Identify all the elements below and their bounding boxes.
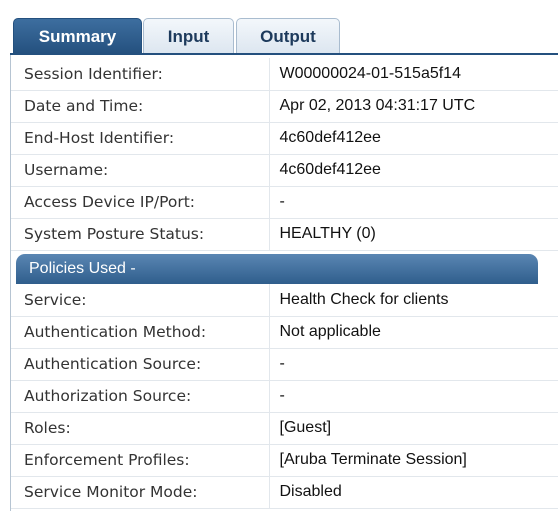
- policies-used-header[interactable]: Policies Used -: [16, 254, 538, 284]
- enforcement-profiles-label: Enforcement Profiles:: [11, 444, 269, 477]
- table-row: Access Device IP/Port: -: [11, 186, 558, 219]
- roles-label: Roles:: [11, 412, 269, 445]
- date-time-value: Apr 02, 2013 04:31:17 UTC: [268, 90, 558, 123]
- tab-bar: Summary Input Output: [0, 0, 558, 55]
- access-device-label: Access Device IP/Port:: [11, 186, 269, 219]
- username-value: 4c60def412ee: [268, 154, 558, 187]
- access-device-value: -: [268, 186, 558, 219]
- date-time-label: Date and Time:: [11, 90, 269, 123]
- authentication-source-label: Authentication Source:: [11, 348, 269, 381]
- table-row: Enforcement Profiles: [Aruba Terminate S…: [11, 444, 558, 477]
- system-posture-label: System Posture Status:: [11, 218, 269, 251]
- authorization-source-label: Authorization Source:: [11, 380, 269, 413]
- table-row: Service Monitor Mode: Disabled: [11, 476, 558, 509]
- table-row: System Posture Status: HEALTHY (0): [11, 218, 558, 251]
- table-row: End-Host Identifier: 4c60def412ee: [11, 122, 558, 155]
- enforcement-profiles-value: [Aruba Terminate Session]: [268, 444, 558, 477]
- service-label: Service:: [11, 284, 269, 317]
- authentication-source-value: -: [268, 348, 558, 381]
- authentication-method-value: Not applicable: [268, 316, 558, 349]
- table-row: Authentication Source: -: [11, 348, 558, 381]
- end-host-identifier-value: 4c60def412ee: [268, 122, 558, 155]
- end-host-identifier-label: End-Host Identifier:: [11, 122, 269, 155]
- session-identifier-label: Session Identifier:: [11, 58, 269, 91]
- table-row: Session Identifier: W00000024-01-515a5f1…: [11, 58, 558, 91]
- username-label: Username:: [11, 154, 269, 187]
- table-row: Authentication Method: Not applicable: [11, 316, 558, 349]
- service-monitor-mode-value: Disabled: [268, 476, 558, 509]
- authentication-method-label: Authentication Method:: [11, 316, 269, 349]
- roles-value: [Guest]: [268, 412, 558, 445]
- table-row: Service: Health Check for clients: [11, 284, 558, 317]
- service-monitor-mode-label: Service Monitor Mode:: [11, 476, 269, 509]
- policies-table: Service: Health Check for clients Authen…: [11, 284, 558, 509]
- tab-summary[interactable]: Summary: [13, 18, 142, 54]
- session-identifier-value: W00000024-01-515a5f14: [268, 58, 558, 91]
- table-row: Date and Time: Apr 02, 2013 04:31:17 UTC: [11, 90, 558, 123]
- table-row: Authorization Source: -: [11, 380, 558, 413]
- service-value: Health Check for clients: [268, 284, 558, 317]
- tab-output[interactable]: Output: [236, 18, 340, 54]
- table-row: Roles: [Guest]: [11, 412, 558, 445]
- summary-table: Session Identifier: W00000024-01-515a5f1…: [11, 58, 558, 251]
- system-posture-value: HEALTHY (0): [268, 218, 558, 251]
- tab-input[interactable]: Input: [143, 18, 234, 54]
- authorization-source-value: -: [268, 380, 558, 413]
- table-row: Username: 4c60def412ee: [11, 154, 558, 187]
